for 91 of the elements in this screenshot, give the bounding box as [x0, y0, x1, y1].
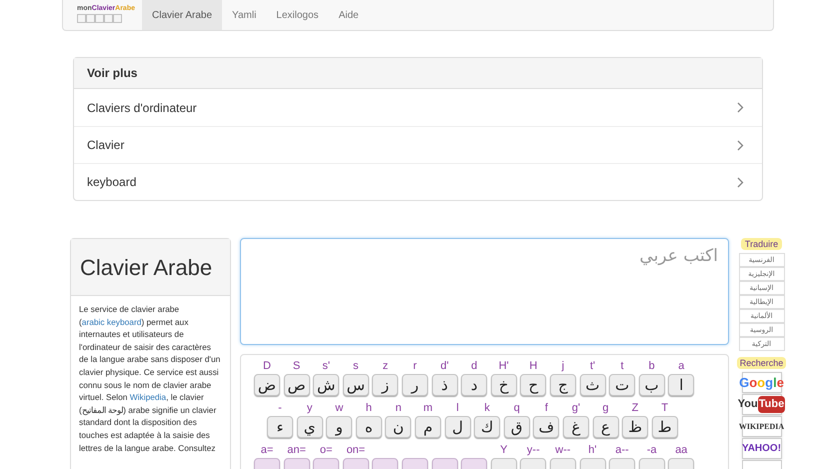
- key[interactable]: ب: [638, 374, 665, 396]
- key-hint: h': [588, 443, 597, 458]
- key-hint: S: [292, 359, 300, 374]
- key-hint: T: [661, 401, 668, 416]
- key-hint: -a: [646, 443, 657, 458]
- key[interactable]: ث: [580, 374, 606, 396]
- chevron-right-icon: [737, 102, 744, 113]
- key[interactable]: ط: [652, 416, 678, 438]
- key-hint: l: [456, 401, 459, 416]
- key-hint: b: [648, 359, 655, 374]
- key[interactable]: ف: [533, 416, 560, 438]
- search-link[interactable]: WIKIPEDIA: [742, 416, 782, 437]
- related-link[interactable]: Clavier: [74, 126, 762, 163]
- key[interactable]: ل: [444, 416, 471, 438]
- key-hint: m: [423, 401, 433, 416]
- key[interactable]: ك: [474, 416, 500, 438]
- key-hint: q: [514, 401, 520, 416]
- key[interactable]: ج: [550, 374, 576, 396]
- key-hint: o=: [320, 443, 332, 458]
- key[interactable]: ي: [296, 416, 323, 438]
- key-hint: Z: [632, 401, 638, 416]
- panel-title: Clavier Arabe: [80, 254, 212, 282]
- key-hint: n: [395, 401, 402, 416]
- key[interactable]: ص: [284, 374, 310, 396]
- key[interactable]: ه: [356, 416, 382, 438]
- key-hint: w--: [555, 443, 571, 458]
- search-link[interactable]: YAHOO!: [742, 438, 782, 459]
- key-hint: Y: [500, 443, 508, 458]
- key[interactable]: د: [461, 374, 488, 396]
- key-hint: s: [353, 359, 359, 374]
- key-hint: t: [620, 359, 624, 374]
- key-hint: h: [366, 401, 372, 416]
- key-hint: k: [484, 401, 490, 416]
- key-hint: g': [572, 401, 580, 416]
- key-hint: D: [263, 359, 271, 374]
- key-hint: on=: [346, 443, 366, 458]
- key-hint: H: [529, 359, 538, 374]
- related-link[interactable]: Claviers d'ordinateur: [74, 89, 762, 126]
- key[interactable]: س: [342, 374, 369, 396]
- key[interactable]: و: [326, 416, 352, 438]
- search-link[interactable]: Google: [742, 372, 782, 393]
- key[interactable]: خ: [490, 374, 517, 396]
- key-hint: w: [335, 401, 344, 416]
- key-hint: -: [278, 401, 282, 416]
- key[interactable]: ح: [520, 374, 546, 396]
- key[interactable]: ش: [313, 374, 340, 396]
- key-hint: d': [440, 359, 449, 374]
- key[interactable]: ظ: [622, 416, 648, 438]
- key-hint: y: [306, 401, 312, 416]
- key[interactable]: ن: [385, 416, 412, 438]
- key[interactable]: ع: [592, 416, 619, 438]
- key-hint: aa: [675, 443, 688, 458]
- related-link[interactable]: keyboard: [74, 163, 762, 200]
- keys-icon: [77, 14, 122, 23]
- section-label: Recherche: [736, 357, 786, 369]
- key-hint: j: [562, 359, 564, 374]
- key[interactable]: ض: [254, 374, 280, 396]
- key[interactable]: ا: [668, 374, 694, 396]
- card-title: Voir plus: [87, 65, 138, 82]
- key-hint: f: [544, 401, 548, 416]
- key[interactable]: ر: [402, 374, 428, 396]
- key-hint: a: [678, 359, 684, 374]
- key-hint: y--: [526, 443, 540, 458]
- arabic-text-area[interactable]: اكتب عربي: [240, 238, 729, 345]
- key-hint: H': [498, 359, 509, 374]
- chevron-right-icon: [737, 176, 744, 188]
- key-hint: a=: [260, 443, 274, 458]
- key[interactable]: ز: [372, 374, 398, 396]
- nav-tab[interactable]: Lexilogos: [266, 0, 329, 30]
- key-hint: d: [471, 359, 478, 374]
- key[interactable]: ق: [504, 416, 530, 438]
- key-hint: a--: [615, 443, 629, 458]
- key-hint: z: [382, 359, 388, 374]
- key-hint: s': [322, 359, 330, 374]
- logo-placeholder[interactable]: [742, 460, 782, 469]
- chevron-right-icon: [737, 140, 744, 150]
- text-link[interactable]: Wikipedia: [130, 392, 166, 402]
- key[interactable]: ذ: [432, 374, 458, 396]
- text-link[interactable]: arabic keyboard: [82, 316, 142, 327]
- key-hint: an=: [287, 443, 306, 458]
- key-hint: t': [590, 359, 596, 374]
- nav-tab[interactable]: Clavier Arabe: [142, 0, 222, 30]
- key[interactable]: م: [414, 416, 441, 438]
- key[interactable]: غ: [562, 416, 589, 438]
- key-hint: g: [602, 401, 609, 416]
- section-label: Traduire: [740, 238, 782, 250]
- nav-tab[interactable]: Yamli: [222, 0, 266, 30]
- key-hint: r: [413, 359, 417, 374]
- key[interactable]: ء: [267, 416, 293, 438]
- key[interactable]: ت: [609, 374, 636, 396]
- nav-tab[interactable]: Aide: [328, 0, 369, 30]
